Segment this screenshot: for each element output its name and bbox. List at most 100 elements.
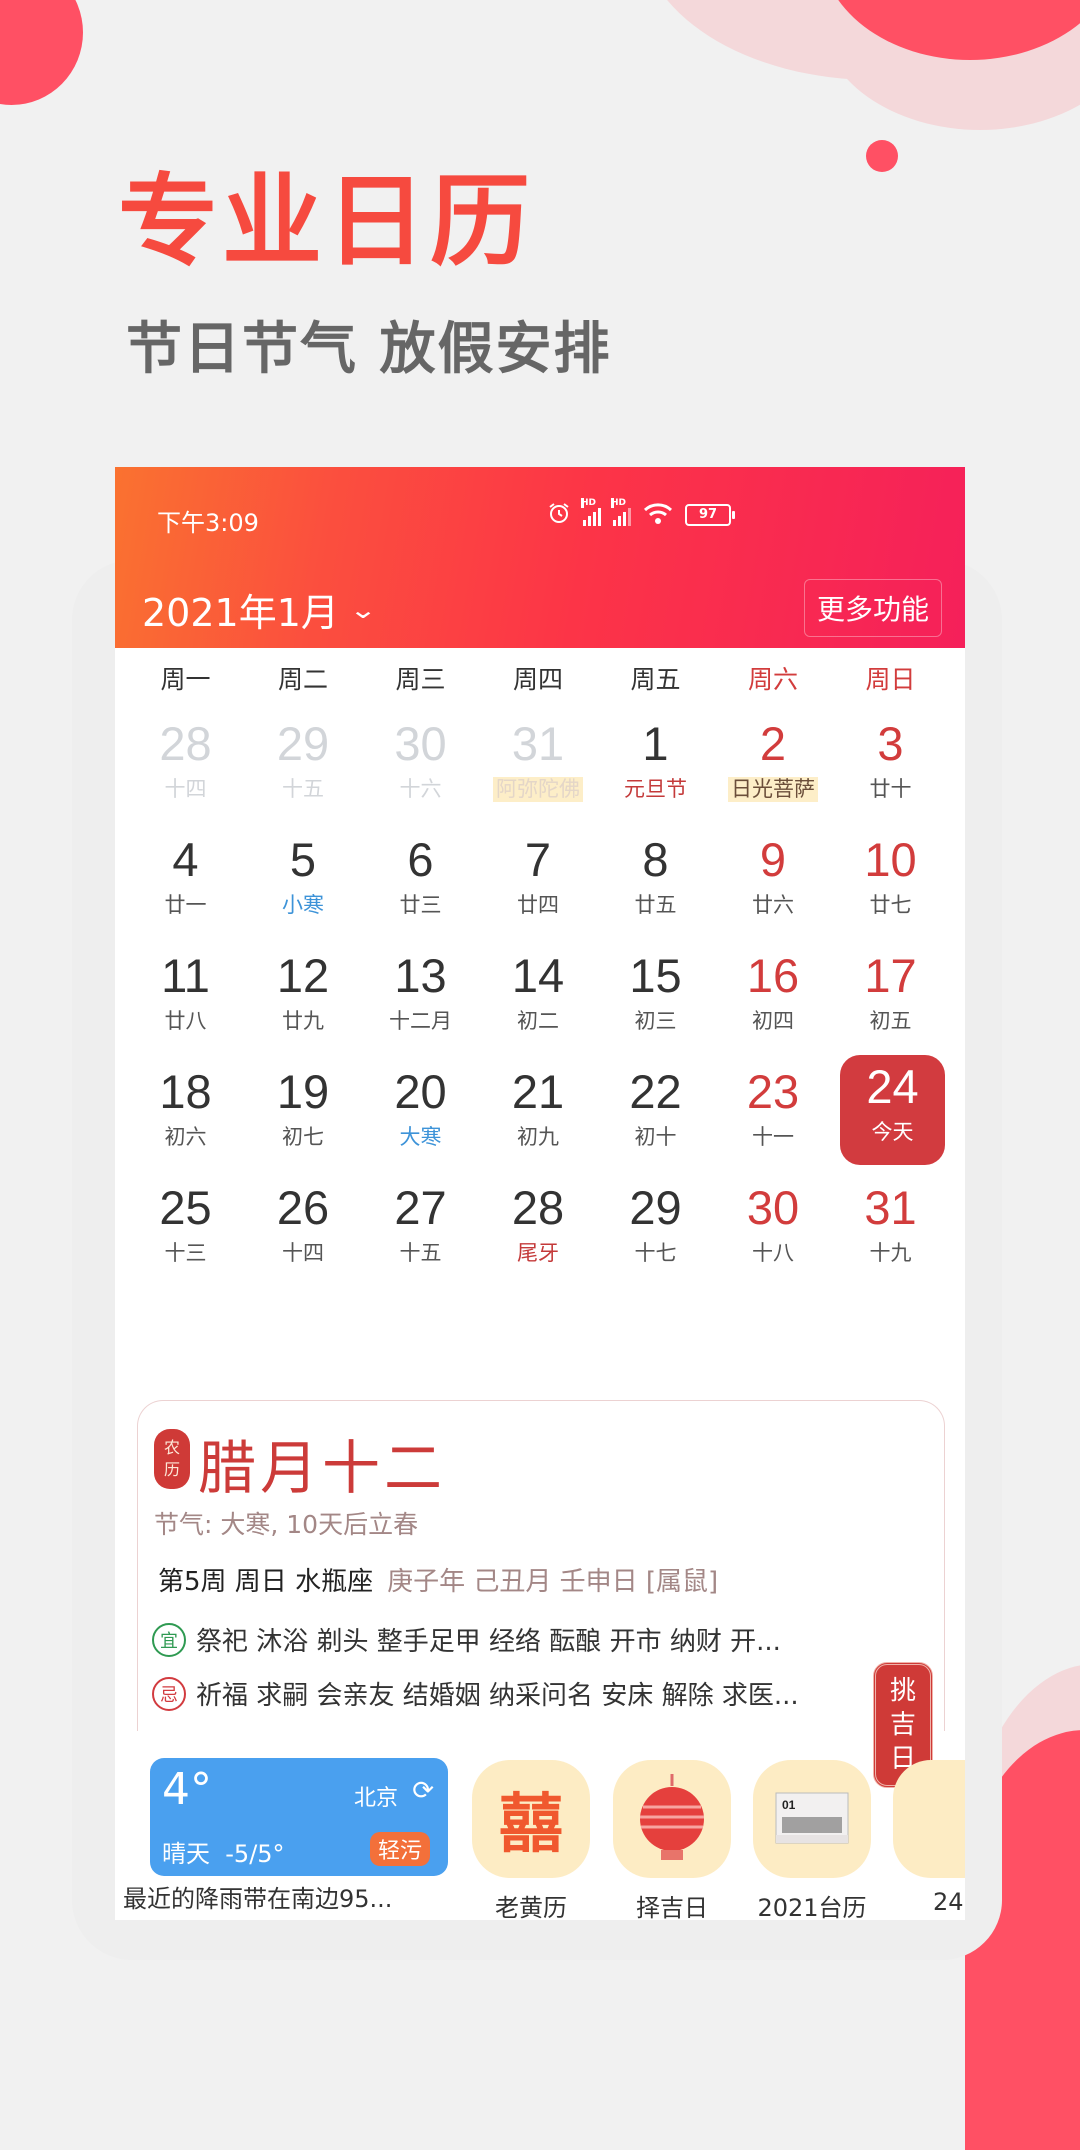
lunar-label: 大寒 (399, 1125, 442, 1149)
calendar-day[interactable]: 13 十二月 (362, 944, 479, 1054)
calendar-day[interactable]: 28 十四 (127, 712, 244, 822)
signal-icon-sim2: HD (611, 498, 631, 526)
lunar-label: 十六 (399, 777, 442, 801)
status-time: 下午3:09 (157, 509, 259, 537)
weather-caption: 最近的降雨带在南边95... (123, 1885, 393, 1913)
ganzhi-info: 庚子年 己丑月 壬申日 [属鼠] (387, 1567, 719, 1597)
auspicious-items: 祭祀 沐浴 剃头 整手足甲 经络 酝酿 开市 纳财 开... (196, 1627, 781, 1657)
lunar-label: 初九 (517, 1125, 559, 1149)
day-number: 9 (759, 833, 787, 886)
day-number: 19 (276, 1065, 330, 1118)
lunar-label: 小寒 (282, 893, 324, 917)
calendar-day[interactable]: 27 十五 (362, 1176, 479, 1286)
inauspicious-row[interactable]: 忌 祈福 求嗣 会亲友 结婚姻 纳采问名 安床 解除 求医... (152, 1675, 799, 1712)
lunar-label: 十九 (869, 1241, 912, 1265)
day-number: 30 (746, 1181, 800, 1234)
day-number: 29 (629, 1181, 682, 1234)
day-number: 17 (864, 949, 917, 1002)
lunar-label: 尾牙 (517, 1241, 559, 1265)
calendar-day[interactable]: 19 初七 (245, 1060, 362, 1170)
calendar-day[interactable]: 31 阿弥陀佛 (480, 712, 597, 822)
calendar-day[interactable]: 17 初五 (832, 944, 949, 1054)
calendar-day[interactable]: 15 初三 (597, 944, 714, 1054)
app-pick-day[interactable]: 择吉日 (613, 1760, 731, 1920)
calendar-day[interactable]: 2 日光菩萨 (715, 712, 832, 822)
lunar-label: 廿三 (399, 893, 442, 917)
calendar-day[interactable]: 28 尾牙 (480, 1176, 597, 1286)
calendar-day[interactable]: 11 廿八 (127, 944, 244, 1054)
day-number: 20 (394, 1065, 447, 1118)
lunar-label: 初七 (282, 1125, 324, 1149)
calendar-day[interactable]: 31 十九 (832, 1176, 949, 1286)
calendar-day-today[interactable]: 24 今天 (840, 1055, 945, 1165)
app-solar-terms[interactable]: 24 (893, 1760, 965, 1916)
day-number: 30 (394, 717, 447, 770)
weekday-label: 周二 (277, 665, 328, 694)
calendar-day[interactable]: 3 廿十 (832, 712, 949, 822)
day-number: 1 (642, 717, 669, 770)
solar-term-info: 节气: 大寒, 10天后立春 (154, 1510, 419, 1539)
calendar-day[interactable]: 5 小寒 (245, 828, 362, 938)
month-picker[interactable]: 2021年1月 ⌄ (142, 582, 377, 637)
refresh-icon[interactable]: ⟳ (412, 1776, 434, 1806)
day-number: 29 (276, 717, 330, 770)
lunar-label: 廿一 (164, 893, 207, 917)
signal-icon-sim1: HD (581, 498, 601, 526)
day-number: 21 (511, 1065, 565, 1118)
calendar-day[interactable]: 29 十五 (245, 712, 362, 822)
day-number: 27 (394, 1181, 447, 1234)
day-detail-card: 农历 腊月十二 节气: 大寒, 10天后立春 第5周 周日 水瓶座 庚子年 己丑月… (137, 1400, 945, 1731)
calendar-day[interactable]: 8 廿五 (597, 828, 714, 938)
app-desk-calendar[interactable]: 01 2021台历 (753, 1760, 871, 1920)
lunar-label: 日光菩萨 (728, 777, 818, 802)
calendar-day[interactable]: 14 初二 (480, 944, 597, 1054)
calendar-day[interactable]: 30 十八 (715, 1176, 832, 1286)
inauspicious-items: 祈福 求嗣 会亲友 结婚姻 纳采问名 安床 解除 求医... (196, 1681, 799, 1711)
day-number: 24 (866, 1060, 919, 1113)
calendar-day[interactable]: 22 初十 (597, 1060, 714, 1170)
calendar-day[interactable]: 1 元旦节 (597, 712, 714, 822)
lunar-label: 初四 (752, 1009, 794, 1033)
auspicious-row[interactable]: 宜 祭祀 沐浴 剃头 整手足甲 经络 酝酿 开市 纳财 开... (152, 1621, 781, 1658)
calendar-day[interactable]: 10 廿七 (832, 828, 949, 938)
calendar-day[interactable]: 18 初六 (127, 1060, 244, 1170)
day-number: 6 (407, 833, 434, 886)
day-number: 28 (159, 717, 212, 770)
calendar-day[interactable]: 25 十三 (127, 1176, 244, 1286)
calendar-day[interactable]: 12 廿九 (245, 944, 362, 1054)
solar-terms-icon (893, 1760, 965, 1878)
calendar-day[interactable]: 30 十六 (362, 712, 479, 822)
day-number: 8 (642, 833, 669, 886)
calendar-day[interactable]: 20 大寒 (362, 1060, 479, 1170)
lunar-label: 十五 (399, 1241, 442, 1265)
calendar-day[interactable]: 4 廿一 (127, 828, 244, 938)
lantern-icon (613, 1760, 731, 1878)
lunar-label: 初六 (164, 1125, 207, 1149)
lunar-label: 初二 (517, 1009, 559, 1033)
calendar-day[interactable]: 6 廿三 (362, 828, 479, 938)
app-huangli[interactable]: 囍 老黄历 (472, 1760, 590, 1920)
day-number: 23 (746, 1065, 800, 1118)
lunar-label: 十四 (164, 777, 207, 801)
calendar-day[interactable]: 29 十七 (597, 1176, 714, 1286)
lunar-label: 十七 (634, 1241, 677, 1265)
day-number: 2 (759, 717, 787, 770)
air-quality-badge: 轻污 (369, 1832, 430, 1866)
day-number: 18 (159, 1065, 212, 1118)
app-header: 下午3:09 HD HD 97 2021年1月 ⌄ 更多功能 (115, 467, 965, 648)
lunar-label: 十五 (282, 777, 324, 801)
weather-card[interactable]: 4° 北京 ⟳ 晴天 -5/5° 轻污 (150, 1758, 448, 1876)
calendar-day[interactable]: 21 初九 (480, 1060, 597, 1170)
lunar-label: 初十 (634, 1125, 677, 1149)
day-number: 11 (161, 949, 210, 1002)
calendar-day[interactable]: 9 廿六 (715, 828, 832, 938)
lunar-label: 十四 (282, 1241, 324, 1265)
calendar-day[interactable]: 23 十一 (715, 1060, 832, 1170)
calendar-day[interactable]: 16 初四 (715, 944, 832, 1054)
lunar-label: 廿五 (634, 893, 677, 917)
lunar-label: 初五 (869, 1009, 912, 1033)
calendar-day[interactable]: 26 十四 (245, 1176, 362, 1286)
calendar-day[interactable]: 7 廿四 (480, 828, 597, 938)
day-number: 12 (276, 949, 330, 1002)
more-features-button[interactable]: 更多功能 (803, 579, 942, 637)
